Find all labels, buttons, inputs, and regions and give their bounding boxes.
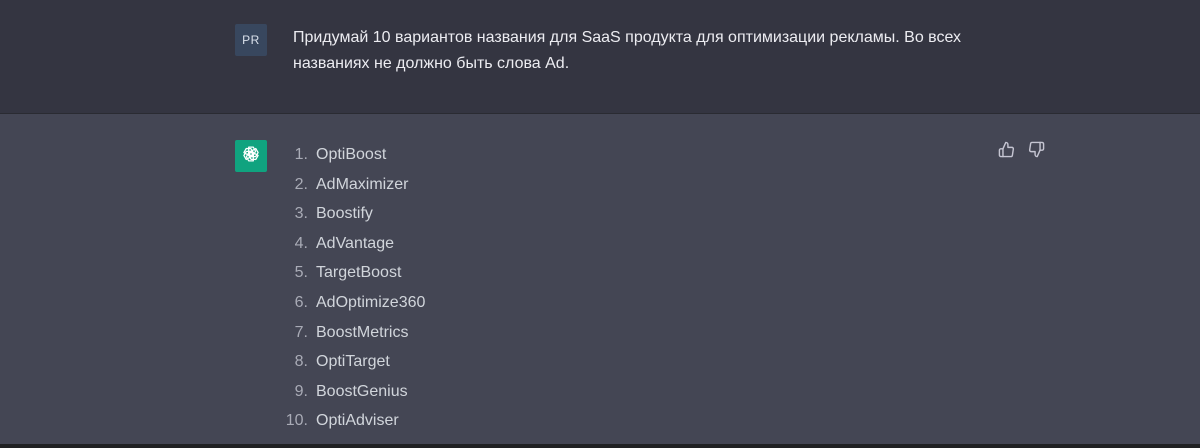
list-item-number: 10. — [285, 412, 308, 430]
list-item: 9. BoostGenius — [276, 377, 425, 407]
user-avatar: PR — [235, 24, 267, 56]
list-item-text: OptiTarget — [316, 353, 390, 371]
list-item-text: AdOptimize360 — [316, 293, 426, 311]
list-item-number: 2. — [294, 175, 308, 193]
bottom-divider — [0, 444, 1200, 448]
list-item-text: AdVantage — [316, 234, 394, 252]
list-item: 10. OptiAdviser — [276, 406, 425, 436]
list-item: 2. AdMaximizer — [276, 170, 425, 200]
list-item: 4. AdVantage — [276, 229, 425, 259]
list-item: 8. OptiTarget — [276, 347, 425, 377]
openai-logo-icon — [240, 143, 262, 170]
list-item-number: 9. — [294, 382, 308, 400]
thumbs-up-icon — [998, 141, 1015, 163]
list-item-number: 1. — [294, 146, 308, 163]
list-item-text: OptiAdviser — [316, 412, 399, 430]
list-item-number: 6. — [294, 293, 308, 311]
answer-list: 1. OptiBoost 2. AdMaximizer 3. Boostify 4. A… — [276, 140, 426, 436]
list-item: 3. Boostify — [276, 199, 425, 229]
list-item-text: BoostMetrics — [316, 323, 409, 341]
list-item: 1. OptiBoost — [276, 140, 425, 170]
list-item-text: OptiBoost — [316, 146, 387, 163]
list-item-number: 4. — [294, 234, 308, 252]
list-item-text: BoostGenius — [316, 382, 408, 400]
list-item-number: 8. — [294, 353, 308, 371]
thumbs-down-icon — [1028, 141, 1045, 163]
list-item-number: 7. — [294, 323, 308, 341]
user-message-row: PR Придумай 10 вариантов названия для Sa… — [0, 0, 1200, 114]
list-item: 5. TargetBoost — [276, 258, 425, 288]
list-item-number: 3. — [294, 205, 308, 223]
list-item: 6. AdOptimize360 — [276, 288, 426, 318]
thumbs-down-button[interactable] — [1026, 141, 1046, 163]
list-item-number: 5. — [294, 264, 308, 282]
list-item: 7. BoostMetrics — [276, 318, 425, 348]
assistant-message-row: 1. OptiBoost 2. AdMaximizer 3. Boostify 4. A… — [0, 114, 1200, 444]
list-item-text: TargetBoost — [316, 264, 402, 282]
list-item-text: Boostify — [316, 205, 373, 223]
assistant-avatar — [235, 140, 267, 172]
thumbs-up-button[interactable] — [996, 141, 1016, 163]
list-item-text: AdMaximizer — [316, 175, 409, 193]
user-message-text: Придумай 10 вариантов названия для SaaS … — [293, 29, 962, 72]
